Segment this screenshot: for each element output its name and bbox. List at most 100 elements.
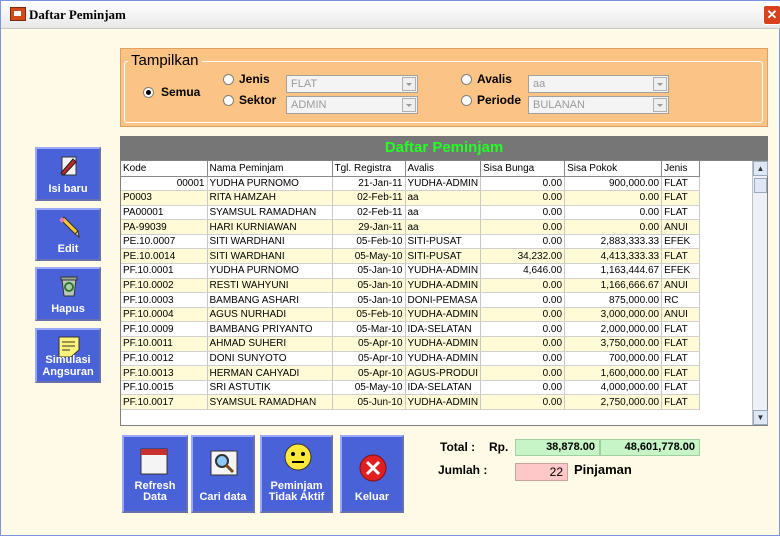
scroll-up-icon[interactable]: ▲ xyxy=(753,161,768,176)
table-cell: YUDHA-ADMIN xyxy=(405,351,482,367)
radio-avalis-label: Avalis xyxy=(477,72,512,86)
table-cell: PF.10.0011 xyxy=(121,336,208,352)
jumlah-value: 22 xyxy=(515,463,568,481)
table-cell: EFEK xyxy=(661,234,701,250)
simulasi-label-line1: Simulasi xyxy=(45,354,91,366)
table-cell: BAMBANG ASHARI xyxy=(207,292,333,308)
cari-data-label: Cari data xyxy=(199,491,247,503)
table-row[interactable]: 00001 YUDHA PURNOMO 21-Jan-11 YUDHA-ADMIN 0.… xyxy=(121,176,701,192)
table-cell: FLAT xyxy=(661,321,701,338)
table-cell: DONI SUNYOTO xyxy=(207,351,333,367)
title-bar: Daftar Peminjam ✕ xyxy=(1,1,780,29)
table-cell: 0.00 xyxy=(564,219,663,235)
table-row[interactable]: PE.10.0014 SITI WARDHANI 05-May-10 SITI-PUS… xyxy=(121,248,701,265)
table-row[interactable]: PF.10.0017 SYAMSUL RAMADHAN 05-Jun-10 YUDHA… xyxy=(121,394,701,410)
table-cell: 05-Apr-10 xyxy=(332,336,406,352)
table-cell: 02-Feb-11 xyxy=(332,190,406,206)
radio-sektor[interactable] xyxy=(223,95,234,106)
chevron-down-icon[interactable] xyxy=(653,98,667,112)
isi-baru-button[interactable]: Isi baru xyxy=(35,147,101,201)
table-cell: RC xyxy=(661,292,701,308)
chevron-down-icon[interactable] xyxy=(402,98,416,112)
cari-data-button[interactable]: Cari data xyxy=(191,435,255,513)
column-header[interactable]: Avalis xyxy=(405,161,482,177)
table-cell: 05-Apr-10 xyxy=(332,351,406,367)
grid-title: Daftar Peminjam xyxy=(120,136,768,160)
table-cell: FLAT xyxy=(661,248,701,265)
chevron-down-icon[interactable] xyxy=(402,77,416,91)
peminjam-tidak-aktif-button[interactable]: Peminjam Tidak Aktif xyxy=(260,435,333,513)
table-row[interactable]: PF.10.0002 RESTI WAHYUNI 05-Jan-10 YUDHA-AD… xyxy=(121,278,701,294)
scroll-thumb[interactable] xyxy=(754,178,767,193)
table-cell: SITI WARDHANI xyxy=(207,248,333,265)
column-header[interactable]: Sisa Pokok xyxy=(564,161,663,177)
table-cell: 0.00 xyxy=(480,176,566,192)
column-header[interactable]: Jenis xyxy=(661,161,701,177)
table-row[interactable]: PF.10.0012 DONI SUNYOTO 05-Apr-10 YUDHA-ADM… xyxy=(121,351,701,367)
table-cell: 2,883,333.33 xyxy=(564,234,663,250)
main-window: Daftar Peminjam ✕ Tampilkan Semua Jenis … xyxy=(0,0,780,536)
table-cell: 0.00 xyxy=(480,351,566,367)
table-cell: 0.00 xyxy=(480,394,566,410)
refresh-icon xyxy=(140,448,168,475)
table-cell: 4,413,333.33 xyxy=(564,248,663,265)
table-cell: HERMAN CAHYADI xyxy=(207,365,333,381)
table-row[interactable]: P0003 RITA HAMZAH 02-Feb-11 aa 0.00 0.00 FLAT xyxy=(121,190,701,206)
radio-semua[interactable] xyxy=(143,87,154,98)
sektor-select[interactable]: ADMIN xyxy=(286,96,418,114)
keluar-button[interactable]: Keluar xyxy=(340,435,404,513)
hapus-label: Hapus xyxy=(51,303,85,315)
table-cell: 700,000.00 xyxy=(564,351,663,367)
column-header[interactable]: Kode xyxy=(121,161,208,177)
table-row[interactable]: PF.10.0011 AHMAD SUHERI 05-Apr-10 YUDHA-ADM… xyxy=(121,336,701,352)
table-row[interactable]: PE.10.0007 SITI WARDHANI 05-Feb-10 SITI-PUS… xyxy=(121,234,701,250)
table-row[interactable]: PF.10.0004 AGUS NURHADI 05-Feb-10 YUDHA-ADM… xyxy=(121,307,701,323)
peminjam-grid[interactable]: Kode Nama Peminjam Tgl. Registra Avalis Sisa… xyxy=(120,160,768,426)
table-cell: SITI-PUSAT xyxy=(405,234,482,250)
jumlah-unit: Pinjaman xyxy=(574,462,632,477)
table-row[interactable]: PF.10.0003 BAMBANG ASHARI 05-Jan-10 DONI-PE… xyxy=(121,292,701,308)
radio-avalis[interactable] xyxy=(461,74,472,85)
column-header[interactable]: Nama Peminjam xyxy=(207,161,333,177)
scroll-down-icon[interactable]: ▼ xyxy=(753,410,768,425)
table-cell: aa xyxy=(405,205,482,221)
close-button[interactable]: ✕ xyxy=(763,5,780,25)
table-cell: 05-Jun-10 xyxy=(332,394,406,410)
table-row[interactable]: PA00001 SYAMSUL RAMADHAN 02-Feb-11 aa 0.00 0.… xyxy=(121,205,701,221)
table-cell: PF.10.0001 xyxy=(121,263,208,279)
simulasi-angsuran-button[interactable]: Simulasi Angsuran xyxy=(35,328,101,383)
jenis-select[interactable]: FLAT xyxy=(286,75,418,93)
table-cell: ANUI xyxy=(661,219,701,235)
table-cell: 0.00 xyxy=(480,205,566,221)
refresh-data-button[interactable]: Refresh Data xyxy=(122,435,188,513)
column-header[interactable]: Sisa Bunga xyxy=(480,161,566,177)
periode-select[interactable]: BULANAN xyxy=(528,96,669,114)
table-cell: 02-Feb-11 xyxy=(332,205,406,221)
peminjam-table: Kode Nama Peminjam Tgl. Registra Avalis Sisa… xyxy=(121,161,701,410)
table-cell: PF.10.0009 xyxy=(121,321,208,338)
table-row[interactable]: PF.10.0001 YUDHA PURNOMO 05-Jan-10 YUDHA-AD… xyxy=(121,263,701,279)
table-row[interactable]: PF.10.0009 BAMBANG PRIYANTO 05-Mar-10 IDA-S… xyxy=(121,321,701,338)
column-header[interactable]: Tgl. Registra xyxy=(332,161,406,177)
table-cell: 4,646.00 xyxy=(480,263,566,279)
table-row[interactable]: PA-99039 HARI KURNIAWAN 29-Jan-11 aa 0.00 0.0… xyxy=(121,219,701,235)
window-title: Daftar Peminjam xyxy=(29,7,126,22)
grid-scrollbar[interactable]: ▲ ▼ xyxy=(752,161,768,425)
table-cell: aa xyxy=(405,190,482,206)
table-row[interactable]: PF.10.0013 HERMAN CAHYADI 05-Apr-10 AGUS-PR… xyxy=(121,365,701,381)
avalis-select[interactable]: aa xyxy=(528,75,669,93)
chevron-down-icon[interactable] xyxy=(653,77,667,91)
table-cell: PF.10.0003 xyxy=(121,292,208,308)
table-cell: BAMBANG PRIYANTO xyxy=(207,321,333,338)
table-row[interactable]: PF.10.0015 SRI ASTUTIK 05-May-10 IDA-SELATA… xyxy=(121,380,701,396)
peminjam-label-line2: Tidak Aktif xyxy=(268,491,325,503)
table-cell: 29-Jan-11 xyxy=(332,219,406,235)
edit-button[interactable]: Edit xyxy=(35,208,101,261)
table-cell: FLAT xyxy=(661,190,701,206)
table-cell: 0.00 xyxy=(480,365,566,381)
radio-jenis[interactable] xyxy=(223,74,234,85)
table-cell: YUDHA-ADMIN xyxy=(405,307,482,323)
sektor-select-value: ADMIN xyxy=(291,99,327,111)
hapus-button[interactable]: Hapus xyxy=(35,267,101,321)
radio-periode[interactable] xyxy=(461,95,472,106)
